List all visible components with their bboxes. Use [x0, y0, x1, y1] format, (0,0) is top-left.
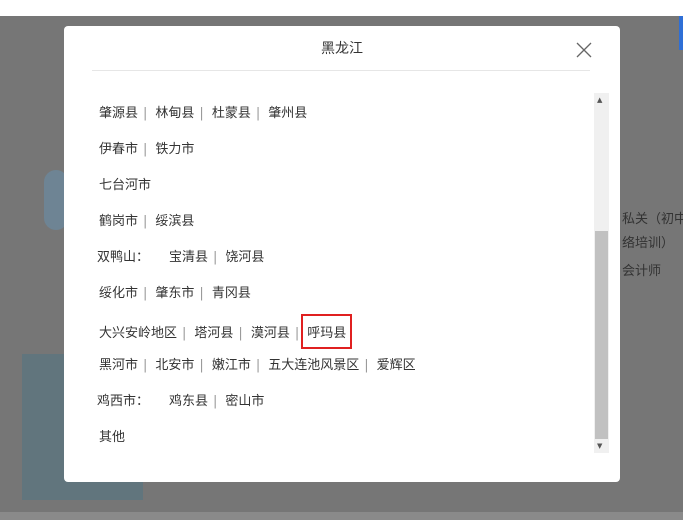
- background-text: 私关（初中: [622, 212, 683, 227]
- county-link[interactable]: 北安市: [153, 354, 196, 373]
- list-row: 双鸭山： 宝清县 | 饶河县: [97, 246, 597, 282]
- county-link[interactable]: 大兴安岭地区: [97, 322, 179, 341]
- scroll-down-icon[interactable]: ▼: [597, 442, 602, 450]
- list-row: 肇源县 | 林甸县 | 杜蒙县 | 肇州县: [97, 102, 597, 138]
- list-row: 绥化市 | 肇东市 | 青冈县: [97, 282, 597, 318]
- list-row: 伊春市 | 铁力市: [97, 138, 597, 174]
- separator: |: [213, 394, 218, 409]
- separator: |: [199, 358, 204, 373]
- close-button[interactable]: [574, 40, 594, 60]
- county-link[interactable]: 塔河县: [192, 322, 235, 341]
- county-link[interactable]: 肇东市: [153, 282, 196, 301]
- county-link[interactable]: 漠河县: [249, 322, 292, 341]
- county-link-highlighted[interactable]: 呼玛县: [301, 314, 353, 349]
- county-link[interactable]: 宝清县: [167, 246, 210, 265]
- county-link[interactable]: 林甸县: [153, 102, 196, 121]
- county-link[interactable]: 密山市: [223, 390, 266, 409]
- city-label: 鸡西市：: [97, 394, 150, 409]
- divider: [92, 70, 590, 71]
- list-row: 其他: [97, 426, 597, 462]
- separator: |: [294, 326, 300, 341]
- separator: |: [213, 250, 218, 265]
- dialog-title: 黑龙江: [321, 41, 363, 57]
- separator: |: [143, 358, 148, 373]
- county-link[interactable]: 杜蒙县: [210, 102, 253, 121]
- county-link[interactable]: 绥滨县: [153, 210, 196, 229]
- county-link[interactable]: 鸡东县: [167, 390, 210, 409]
- separator: |: [199, 286, 204, 301]
- county-link[interactable]: 铁力市: [153, 138, 196, 157]
- list-row: 七台河市: [97, 174, 597, 210]
- list-row: 鹤岗市 | 绥滨县: [97, 210, 597, 246]
- separator: |: [238, 326, 243, 341]
- list-row: 大兴安岭地区 | 塔河县 | 漠河县 | 呼玛县: [97, 314, 597, 354]
- list-row: 黑河市 | 北安市 | 嫩江市 | 五大连池风景区 | 爱辉区: [97, 354, 597, 390]
- page-footer-strip: [0, 512, 683, 520]
- region-dialog: 黑龙江 肇源县 | 林甸县 | 杜蒙县 | 肇州县 伊春市 | 铁力市 七台河市 鹤岗市 | 绥滨县 双鸭山…: [64, 26, 620, 482]
- close-icon: [576, 42, 592, 58]
- county-link[interactable]: 五大连池风景区: [266, 354, 361, 373]
- background-text: 络培训）: [622, 236, 675, 251]
- county-list: 肇源县 | 林甸县 | 杜蒙县 | 肇州县 伊春市 | 铁力市 七台河市 鹤岗市 | 绥滨县 双鸭山： 宝清县…: [97, 102, 597, 462]
- county-link[interactable]: 嫩江市: [210, 354, 253, 373]
- page-header-strip: [0, 0, 683, 16]
- list-row: 鸡西市： 鸡东县 | 密山市: [97, 390, 597, 426]
- separator: |: [143, 214, 148, 229]
- scroll-up-icon[interactable]: ▲: [597, 96, 602, 104]
- city-label: 双鸭山：: [97, 250, 150, 265]
- separator: |: [364, 358, 369, 373]
- county-link[interactable]: 肇源县: [97, 102, 140, 121]
- separator: |: [255, 358, 261, 373]
- county-link[interactable]: 爱辉区: [375, 354, 418, 373]
- separator: |: [143, 286, 148, 301]
- separator: |: [255, 106, 261, 121]
- separator: |: [199, 106, 204, 121]
- county-link[interactable]: 伊春市: [97, 138, 140, 157]
- scrollbar-thumb[interactable]: [595, 231, 608, 439]
- separator: |: [143, 106, 148, 121]
- county-link[interactable]: 鹤岗市: [97, 210, 140, 229]
- county-link[interactable]: 青冈县: [210, 282, 253, 301]
- page-side-tab[interactable]: [679, 16, 683, 50]
- county-link[interactable]: 饶河县: [223, 246, 266, 265]
- county-link[interactable]: 黑河市: [97, 354, 140, 373]
- county-link[interactable]: 绥化市: [97, 282, 140, 301]
- county-link[interactable]: 七台河市: [97, 174, 153, 193]
- separator: |: [143, 142, 148, 157]
- separator: |: [182, 326, 187, 341]
- county-link[interactable]: 其他: [97, 426, 127, 445]
- county-link[interactable]: 肇州县: [266, 102, 309, 121]
- background-text: 会计师: [622, 264, 662, 279]
- scrollbar[interactable]: ▲ ▼: [594, 93, 609, 453]
